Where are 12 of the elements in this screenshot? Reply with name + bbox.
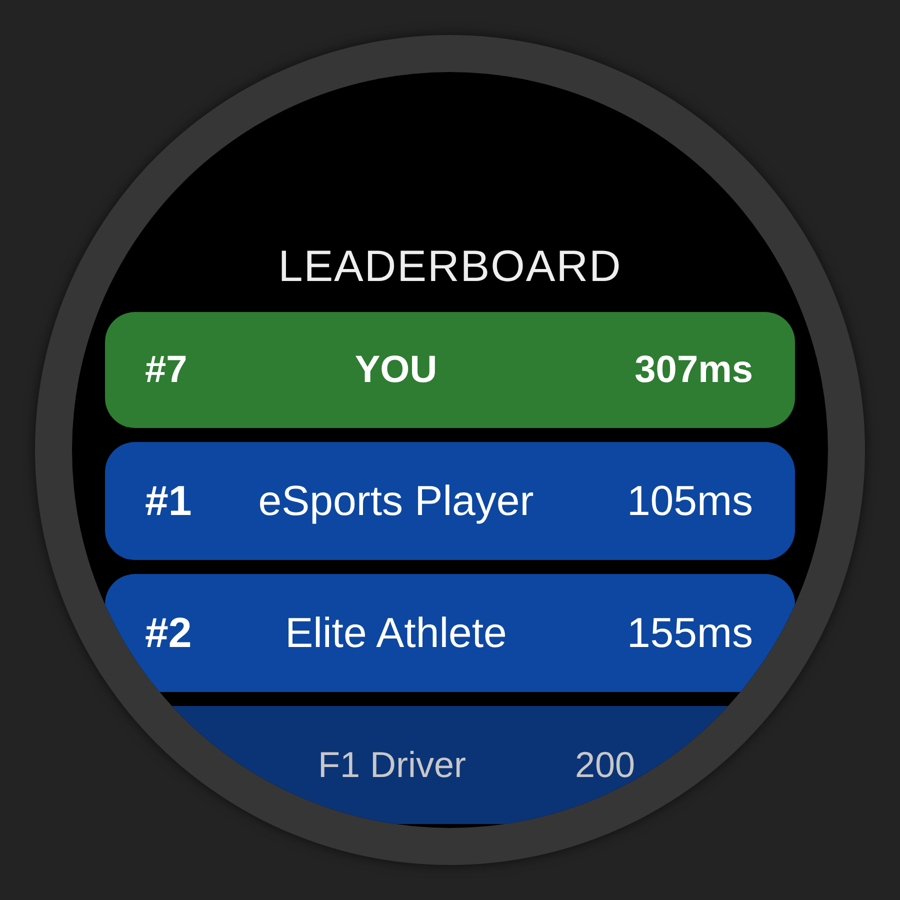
leaderboard-title: LEADERBOARD bbox=[278, 242, 622, 292]
player-name: eSports Player bbox=[257, 477, 535, 525]
player-name: YOU bbox=[354, 348, 438, 392]
player-name: F1 Driver bbox=[316, 744, 467, 786]
rank-label: #2 bbox=[145, 609, 193, 657]
reaction-time: 307ms bbox=[634, 348, 753, 392]
player-name: Elite Athlete bbox=[284, 609, 508, 657]
rank-label: #1 bbox=[145, 477, 193, 525]
rank-label: #7 bbox=[145, 348, 188, 392]
reaction-time: 200 bbox=[575, 744, 636, 786]
reaction-time: 105ms bbox=[626, 477, 753, 525]
reaction-time: 155ms bbox=[626, 609, 753, 657]
